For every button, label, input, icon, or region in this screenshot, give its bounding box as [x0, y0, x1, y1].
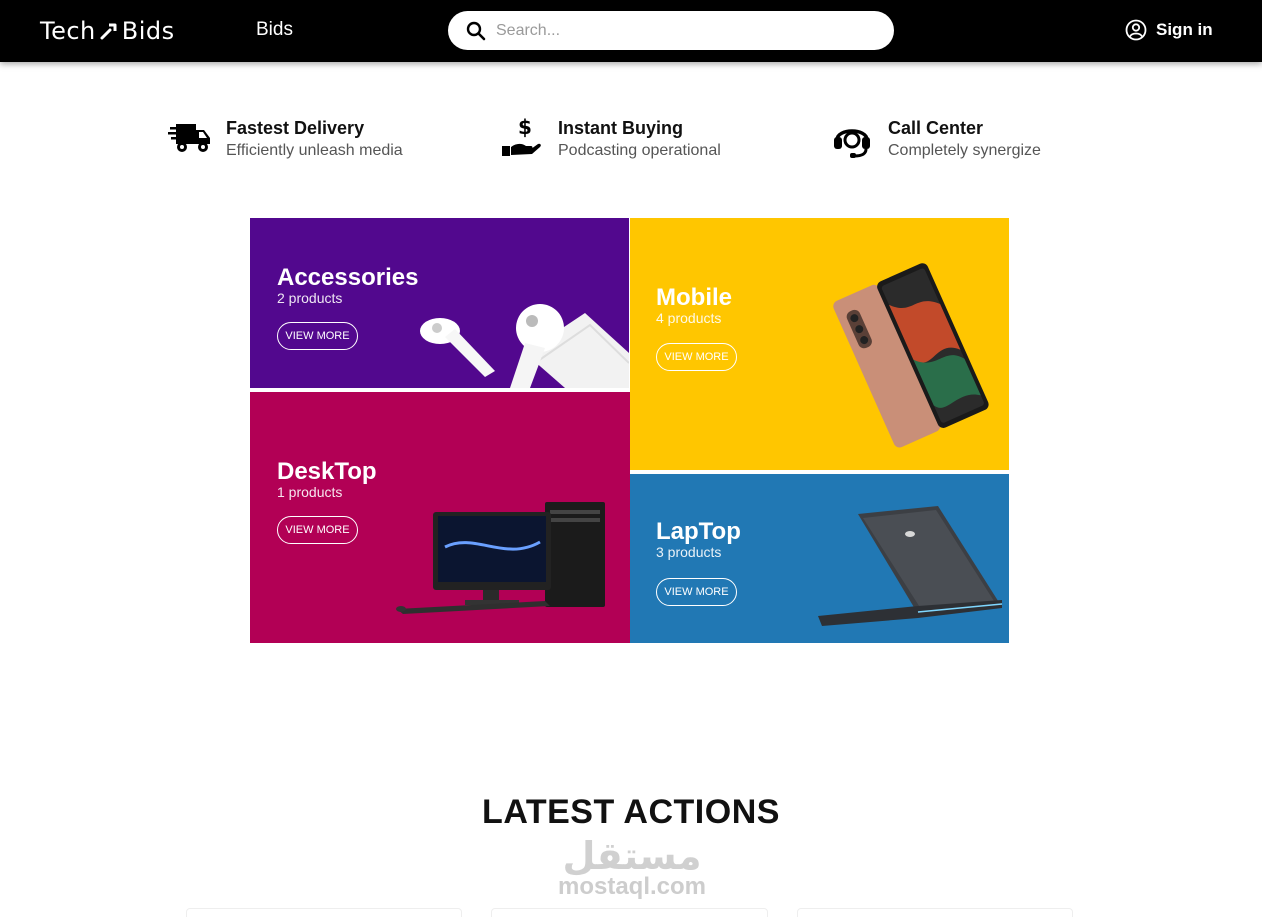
- category-name: DeskTop: [277, 458, 377, 485]
- delivery-truck-icon: [168, 124, 210, 152]
- category-tile-mobile[interactable]: Mobile 4 products VIEW MORE: [630, 218, 1009, 470]
- desktop-computer-image: [395, 502, 630, 622]
- feature-instant-buying: $ Instant Buying Podcasting operational: [500, 116, 721, 162]
- svg-text:$: $: [518, 116, 532, 139]
- category-count: 4 products: [656, 310, 722, 326]
- feature-title: Fastest Delivery: [226, 118, 365, 138]
- latest-actions-heading: LATEST ACTIONS: [482, 793, 780, 831]
- feature-subtitle: Efficiently unleash media: [226, 142, 403, 159]
- user-circle-icon: [1125, 19, 1147, 41]
- category-count: 3 products: [656, 544, 722, 560]
- auction-card[interactable]: [491, 908, 768, 917]
- feature-fastest-delivery: Fastest Delivery Efficiently unleash med…: [168, 116, 403, 162]
- airpods-image: [420, 304, 629, 388]
- search-input[interactable]: [496, 21, 876, 40]
- foldable-phone-image: [833, 263, 989, 448]
- feature-title: Call Center: [888, 118, 984, 138]
- auction-card[interactable]: [797, 908, 1073, 917]
- category-name: Mobile: [656, 284, 732, 311]
- site-logo[interactable]: Tech Bids: [40, 17, 175, 45]
- logo-text-bids: Bids: [121, 17, 175, 45]
- logo-text-tech: Tech: [40, 17, 96, 45]
- category-count: 1 products: [277, 484, 343, 500]
- feature-title: Instant Buying: [558, 118, 683, 138]
- auction-card[interactable]: [186, 908, 462, 917]
- view-more-button[interactable]: VIEW MORE: [277, 516, 358, 544]
- category-tile-desktop[interactable]: DeskTop 1 products VIEW MORE: [250, 392, 630, 643]
- feature-call-center: Call Center Completely synergize: [830, 116, 1041, 162]
- category-tile-accessories[interactable]: Accessories 2 products VIEW MORE: [250, 218, 629, 388]
- category-name: LapTop: [656, 518, 741, 545]
- watermark-latin: mostaql.com: [557, 873, 707, 900]
- mostaql-watermark: مستقل mostaql.com: [552, 834, 712, 900]
- hand-dollar-icon: $: [502, 116, 541, 156]
- headset-icon: [834, 129, 870, 158]
- laptop-image: [818, 506, 1003, 626]
- category-tile-laptop[interactable]: LapTop 3 products VIEW MORE: [630, 474, 1009, 643]
- gavel-icon: [100, 23, 117, 40]
- search-bar: [448, 11, 894, 50]
- sign-in-label: Sign in: [1156, 20, 1213, 39]
- view-more-button[interactable]: VIEW MORE: [656, 343, 737, 371]
- category-count: 2 products: [277, 290, 343, 306]
- view-more-button[interactable]: VIEW MORE: [277, 322, 358, 350]
- sign-in-link[interactable]: Sign in: [1125, 19, 1213, 41]
- category-name: Accessories: [277, 264, 419, 291]
- feature-subtitle: Completely synergize: [888, 142, 1041, 159]
- navbar: Tech Bids Bids Sign in: [0, 0, 1262, 62]
- search-icon: [466, 21, 486, 40]
- nav-link-bids[interactable]: Bids: [256, 19, 293, 41]
- watermark-arabic: مستقل: [562, 834, 702, 878]
- feature-subtitle: Podcasting operational: [558, 142, 721, 159]
- view-more-button[interactable]: VIEW MORE: [656, 578, 737, 606]
